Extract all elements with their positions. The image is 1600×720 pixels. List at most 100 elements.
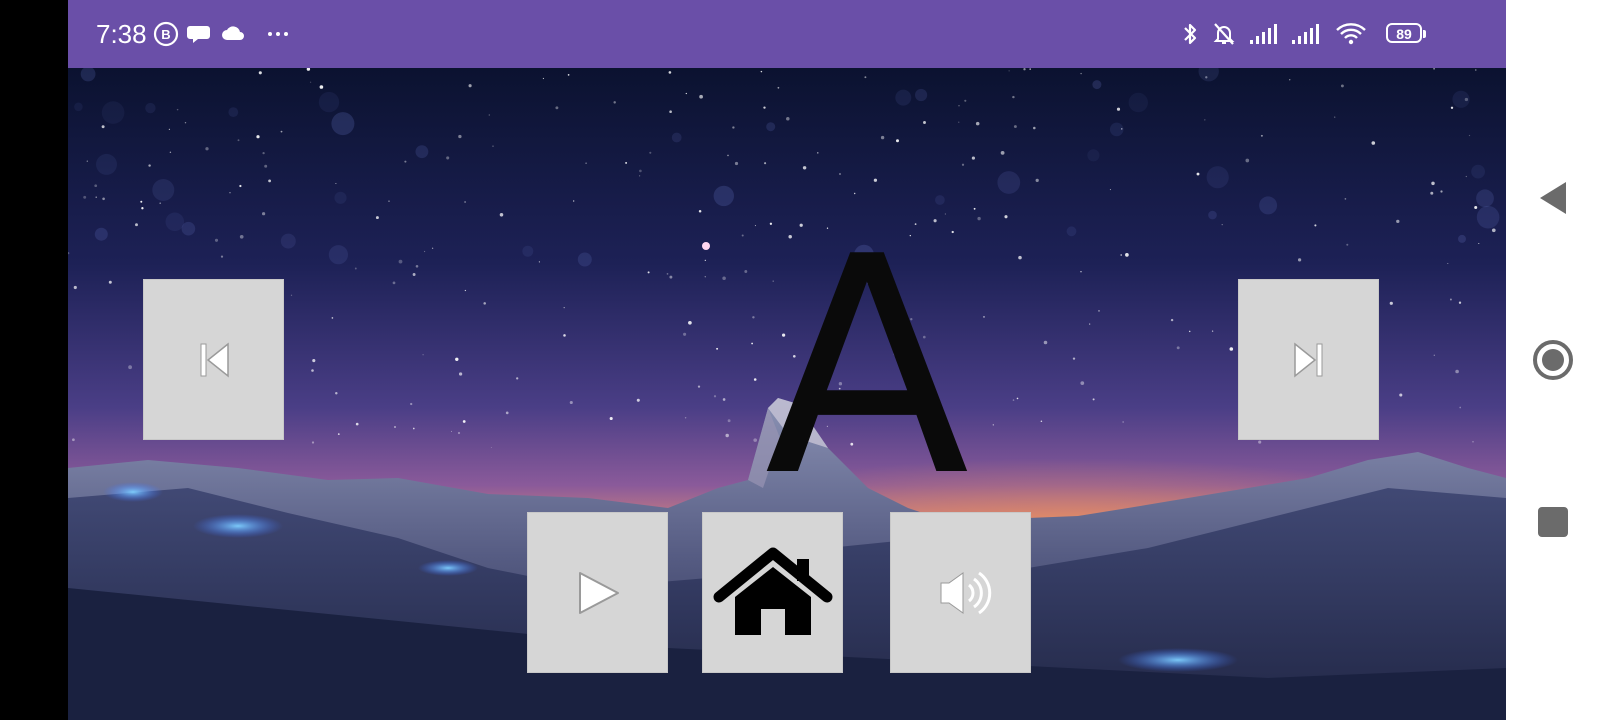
star [169, 151, 172, 154]
star [649, 151, 652, 154]
star [499, 213, 504, 217]
battery-tip [1423, 30, 1426, 38]
star [375, 216, 379, 220]
star [335, 182, 337, 185]
star [280, 130, 283, 133]
star [563, 334, 566, 337]
star [1346, 243, 1349, 246]
bokeh-light [1476, 189, 1494, 208]
star [392, 281, 396, 285]
sound-button[interactable] [890, 512, 1031, 673]
star [335, 391, 338, 395]
next-button[interactable] [1238, 279, 1379, 440]
star [1396, 219, 1400, 224]
play-icon [579, 572, 619, 614]
star [229, 192, 231, 194]
star [73, 285, 77, 290]
star [490, 446, 492, 449]
star [1475, 69, 1477, 71]
star [1098, 310, 1100, 312]
star [1340, 84, 1344, 88]
bokeh-light [522, 245, 534, 257]
star [220, 255, 224, 258]
star [311, 369, 314, 372]
star [777, 86, 780, 89]
signal-icon [1292, 24, 1319, 44]
star [237, 139, 240, 142]
star [458, 134, 462, 139]
star [404, 160, 407, 163]
bokeh-light [101, 101, 125, 124]
star [256, 135, 260, 139]
bokeh-light [94, 227, 108, 241]
back-triangle-icon[interactable] [1528, 173, 1578, 223]
star [450, 430, 453, 432]
star [786, 117, 790, 121]
star [1430, 191, 1434, 195]
star [94, 184, 98, 188]
star [1033, 126, 1036, 130]
bokeh-light [1206, 166, 1229, 189]
star [1229, 347, 1234, 351]
bokeh-light [997, 171, 1021, 194]
star [958, 105, 960, 107]
star [1122, 421, 1124, 423]
star [636, 398, 640, 402]
bluetooth-icon [1184, 23, 1197, 45]
star [83, 195, 87, 199]
star [1433, 354, 1435, 356]
star [873, 178, 878, 182]
star [1072, 357, 1076, 360]
b-badge-icon: B [153, 21, 179, 47]
star [1221, 223, 1223, 226]
star [613, 101, 616, 104]
previous-button[interactable] [143, 279, 284, 440]
star [415, 265, 419, 268]
star [802, 166, 807, 170]
bokeh-light [1208, 210, 1217, 220]
bokeh-light [318, 91, 340, 113]
home-circle-icon[interactable] [1528, 335, 1578, 385]
star [168, 128, 171, 131]
star [290, 294, 293, 296]
recents-square-icon[interactable] [1528, 497, 1578, 547]
skip-next-icon [1294, 342, 1323, 378]
star [135, 223, 138, 227]
star [1440, 190, 1443, 193]
star [1211, 330, 1214, 332]
star [1080, 271, 1082, 273]
battery-icon: 89 [1386, 23, 1426, 45]
bokeh-light [1476, 205, 1500, 229]
star [839, 173, 841, 175]
status-time: 7:38 [96, 19, 147, 49]
star [1465, 175, 1467, 178]
star [394, 426, 396, 428]
star [95, 196, 97, 198]
star [102, 197, 105, 201]
bokeh-light [1452, 90, 1470, 108]
bokeh-light [145, 102, 156, 114]
wifi-icon [1336, 23, 1366, 45]
star [732, 126, 735, 129]
star [1176, 346, 1180, 350]
star [1474, 205, 1478, 210]
play-button[interactable] [527, 512, 668, 673]
home-button[interactable] [702, 512, 843, 673]
star [464, 201, 467, 203]
star [958, 121, 960, 123]
skip-previous-icon [200, 342, 229, 378]
star [128, 365, 132, 370]
star [698, 210, 702, 213]
star [141, 207, 144, 210]
star [538, 261, 541, 263]
star [961, 163, 965, 166]
star [1289, 79, 1291, 81]
star [1371, 141, 1376, 145]
star [569, 400, 573, 405]
chat-bubble-icon [187, 26, 210, 43]
star [262, 151, 265, 155]
star [412, 427, 415, 430]
star [468, 84, 472, 88]
star [1450, 106, 1454, 109]
star [455, 357, 459, 361]
